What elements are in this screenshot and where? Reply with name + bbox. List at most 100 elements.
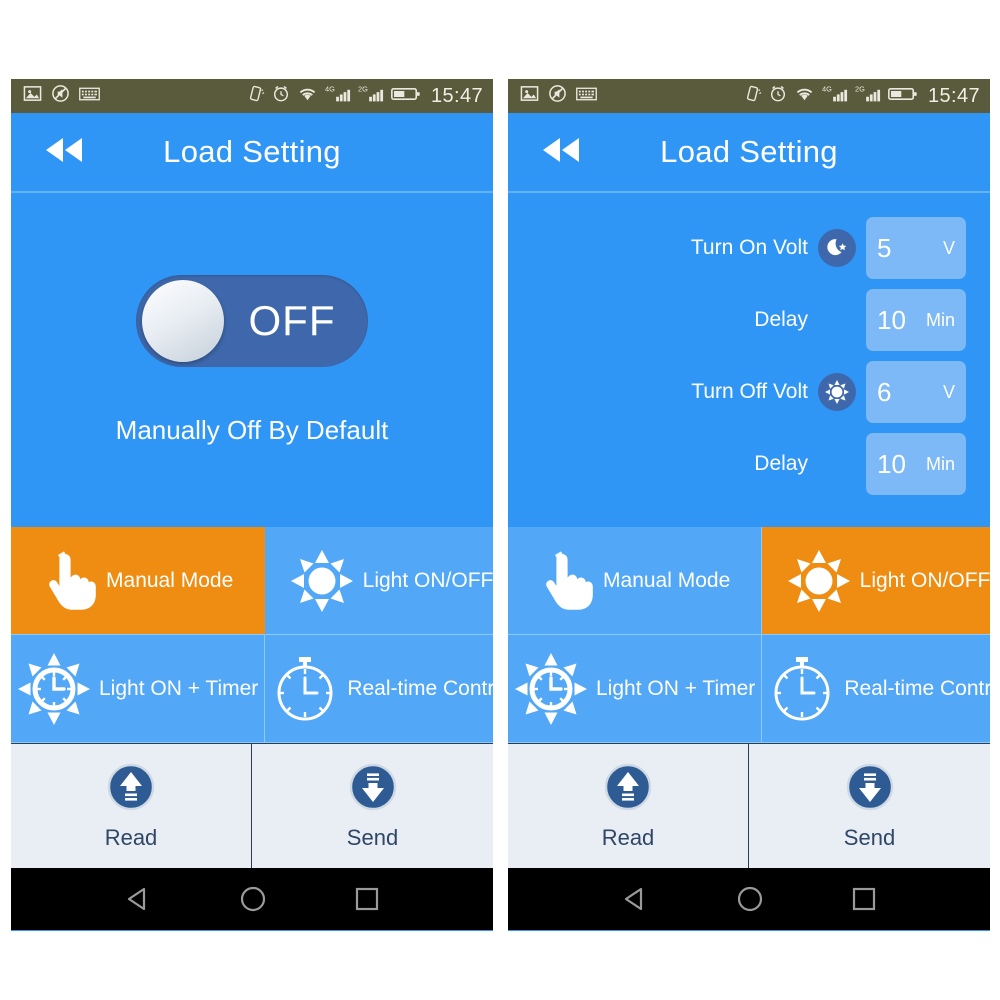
mode-real-time-control[interactable]: Real-time Control bbox=[762, 635, 990, 743]
setting-label: Turn On Volt bbox=[690, 236, 808, 259]
stopwatch-icon bbox=[768, 653, 836, 725]
turn-off-delay-input[interactable]: 10 Min bbox=[866, 433, 966, 495]
panel-body-left: OFF Manually Off By Default bbox=[11, 193, 493, 527]
signal-4g-icon: 4G bbox=[822, 84, 848, 108]
upload-arrow-icon bbox=[106, 762, 156, 817]
android-nav-bar-right bbox=[508, 868, 990, 930]
turn-off-volt-input[interactable]: 6 V bbox=[866, 361, 966, 423]
value-number: 10 bbox=[877, 304, 906, 335]
android-nav-bar-left bbox=[11, 868, 493, 930]
app-bar: Load Setting bbox=[508, 113, 990, 193]
value-number: 10 bbox=[877, 448, 906, 479]
vibrate-icon bbox=[745, 84, 762, 108]
power-toggle[interactable]: OFF bbox=[136, 274, 368, 367]
read-button[interactable]: Read bbox=[11, 744, 252, 868]
alarm-icon bbox=[769, 84, 787, 108]
mode-manual-mode[interactable]: Manual Mode bbox=[11, 527, 266, 635]
mode-real-time-control[interactable]: Real-time Control bbox=[265, 635, 493, 743]
setting-row-turn-off-volt: Turn Off Volt 6 V bbox=[691, 361, 966, 423]
image-icon bbox=[520, 84, 539, 108]
sun-icon bbox=[289, 548, 355, 614]
mode-manual-mode[interactable]: Manual Mode bbox=[508, 527, 763, 635]
manual-toggle-area: OFF Manually Off By Default bbox=[11, 193, 493, 527]
back-triangle-icon[interactable] bbox=[620, 884, 650, 914]
mode-light-on-off[interactable]: Light ON/OFF bbox=[762, 527, 990, 635]
status-bar: 4G 2G 15:47 bbox=[11, 79, 493, 113]
image-icon bbox=[23, 84, 42, 108]
mode-label: Light ON/OFF bbox=[859, 568, 990, 592]
status-bar-left-icons bbox=[23, 84, 100, 108]
moon-star-icon bbox=[818, 229, 856, 267]
keyboard-icon bbox=[576, 86, 597, 107]
alarm-icon bbox=[272, 84, 290, 108]
send-button[interactable]: Send bbox=[749, 744, 990, 868]
toggle-caption: Manually Off By Default bbox=[115, 414, 389, 445]
battery-icon bbox=[390, 86, 421, 107]
setting-label: Delay bbox=[754, 452, 808, 475]
value-unit: V bbox=[942, 237, 955, 258]
send-button[interactable]: Send bbox=[252, 744, 493, 868]
page-title: Load Setting bbox=[660, 134, 838, 169]
wifi-icon bbox=[297, 85, 318, 107]
value-number: 5 bbox=[877, 232, 892, 263]
hand-pointer-icon bbox=[539, 548, 595, 614]
mode-light-on-off[interactable]: Light ON/OFF bbox=[265, 527, 493, 635]
mode-label: Light ON/OFF bbox=[362, 568, 493, 592]
status-bar-clock: 15:47 bbox=[927, 84, 980, 107]
setting-label: Turn Off Volt bbox=[691, 380, 808, 403]
toggle-state-label: OFF bbox=[248, 296, 336, 344]
home-circle-icon[interactable] bbox=[735, 884, 765, 914]
footer-label: Send bbox=[843, 824, 896, 850]
setting-row-turn-on-delay: Delay 10 Min bbox=[754, 289, 966, 351]
value-unit: Min bbox=[925, 309, 955, 330]
mode-label: Manual Mode bbox=[106, 568, 234, 592]
panel-body-right: Turn On Volt 5 V Delay 10 Min Turn Off V… bbox=[508, 193, 990, 527]
mode-label: Real-time Control bbox=[347, 676, 493, 700]
app-bar: Load Setting bbox=[11, 113, 493, 193]
home-circle-icon[interactable] bbox=[238, 884, 268, 914]
footer-label: Read bbox=[104, 824, 158, 850]
mode-light-on-timer[interactable]: Light ON + Timer bbox=[508, 635, 763, 743]
svg-text:2G: 2G bbox=[358, 85, 368, 94]
phone-screen-left: 4G 2G 15:47 Load Setting OFF Manually Of… bbox=[11, 79, 493, 931]
mode-label: Manual Mode bbox=[603, 568, 731, 592]
value-unit: Min bbox=[925, 453, 955, 474]
action-footer-left: Read Send bbox=[11, 743, 493, 868]
svg-text:2G: 2G bbox=[855, 85, 865, 94]
mode-grid-left: Manual Mode Light ON/OFF Light ON + Time… bbox=[11, 527, 493, 743]
action-footer-right: Read Send bbox=[508, 743, 990, 868]
stopwatch-icon bbox=[271, 653, 339, 725]
download-arrow-icon bbox=[348, 762, 398, 817]
vibrate-icon bbox=[248, 84, 265, 108]
read-button[interactable]: Read bbox=[508, 744, 749, 868]
back-triangle-icon[interactable] bbox=[123, 884, 153, 914]
status-bar-right-icons: 4G 2G 15:47 bbox=[248, 84, 483, 108]
status-bar: 4G 2G 15:47 bbox=[508, 79, 990, 113]
toggle-knob[interactable] bbox=[142, 279, 224, 362]
signal-4g-icon: 4G bbox=[325, 84, 351, 108]
status-bar-right-icons: 4G 2G 15:47 bbox=[745, 84, 980, 108]
upload-arrow-icon bbox=[603, 762, 653, 817]
svg-text:4G: 4G bbox=[325, 85, 335, 94]
voltage-settings-list: Turn On Volt 5 V Delay 10 Min Turn Off V… bbox=[508, 193, 990, 495]
battery-icon bbox=[887, 86, 918, 107]
phone-screen-right: 4G 2G 15:47 Load Setting Turn On Volt 5 … bbox=[508, 79, 990, 931]
svg-text:4G: 4G bbox=[822, 85, 832, 94]
keyboard-icon bbox=[79, 86, 100, 107]
status-bar-clock: 15:47 bbox=[430, 84, 483, 107]
turn-on-volt-input[interactable]: 5 V bbox=[866, 217, 966, 279]
screenshot-stage: 4G 2G 15:47 Load Setting OFF Manually Of… bbox=[0, 0, 1000, 1000]
hand-pointer-icon bbox=[42, 548, 98, 614]
mode-label: Light ON + Timer bbox=[99, 676, 259, 700]
footer-label: Read bbox=[601, 824, 655, 850]
mute-icon bbox=[548, 84, 567, 108]
status-bar-left-icons bbox=[520, 84, 597, 108]
recents-square-icon[interactable] bbox=[353, 885, 381, 913]
sun-clock-icon bbox=[514, 652, 588, 726]
mode-grid-right: Manual Mode Light ON/OFF Light ON + Time… bbox=[508, 527, 990, 743]
setting-row-turn-on-volt: Turn On Volt 5 V bbox=[691, 217, 966, 279]
recents-square-icon[interactable] bbox=[850, 885, 878, 913]
sun-icon bbox=[786, 548, 852, 614]
mode-light-on-timer[interactable]: Light ON + Timer bbox=[11, 635, 266, 743]
turn-on-delay-input[interactable]: 10 Min bbox=[866, 289, 966, 351]
